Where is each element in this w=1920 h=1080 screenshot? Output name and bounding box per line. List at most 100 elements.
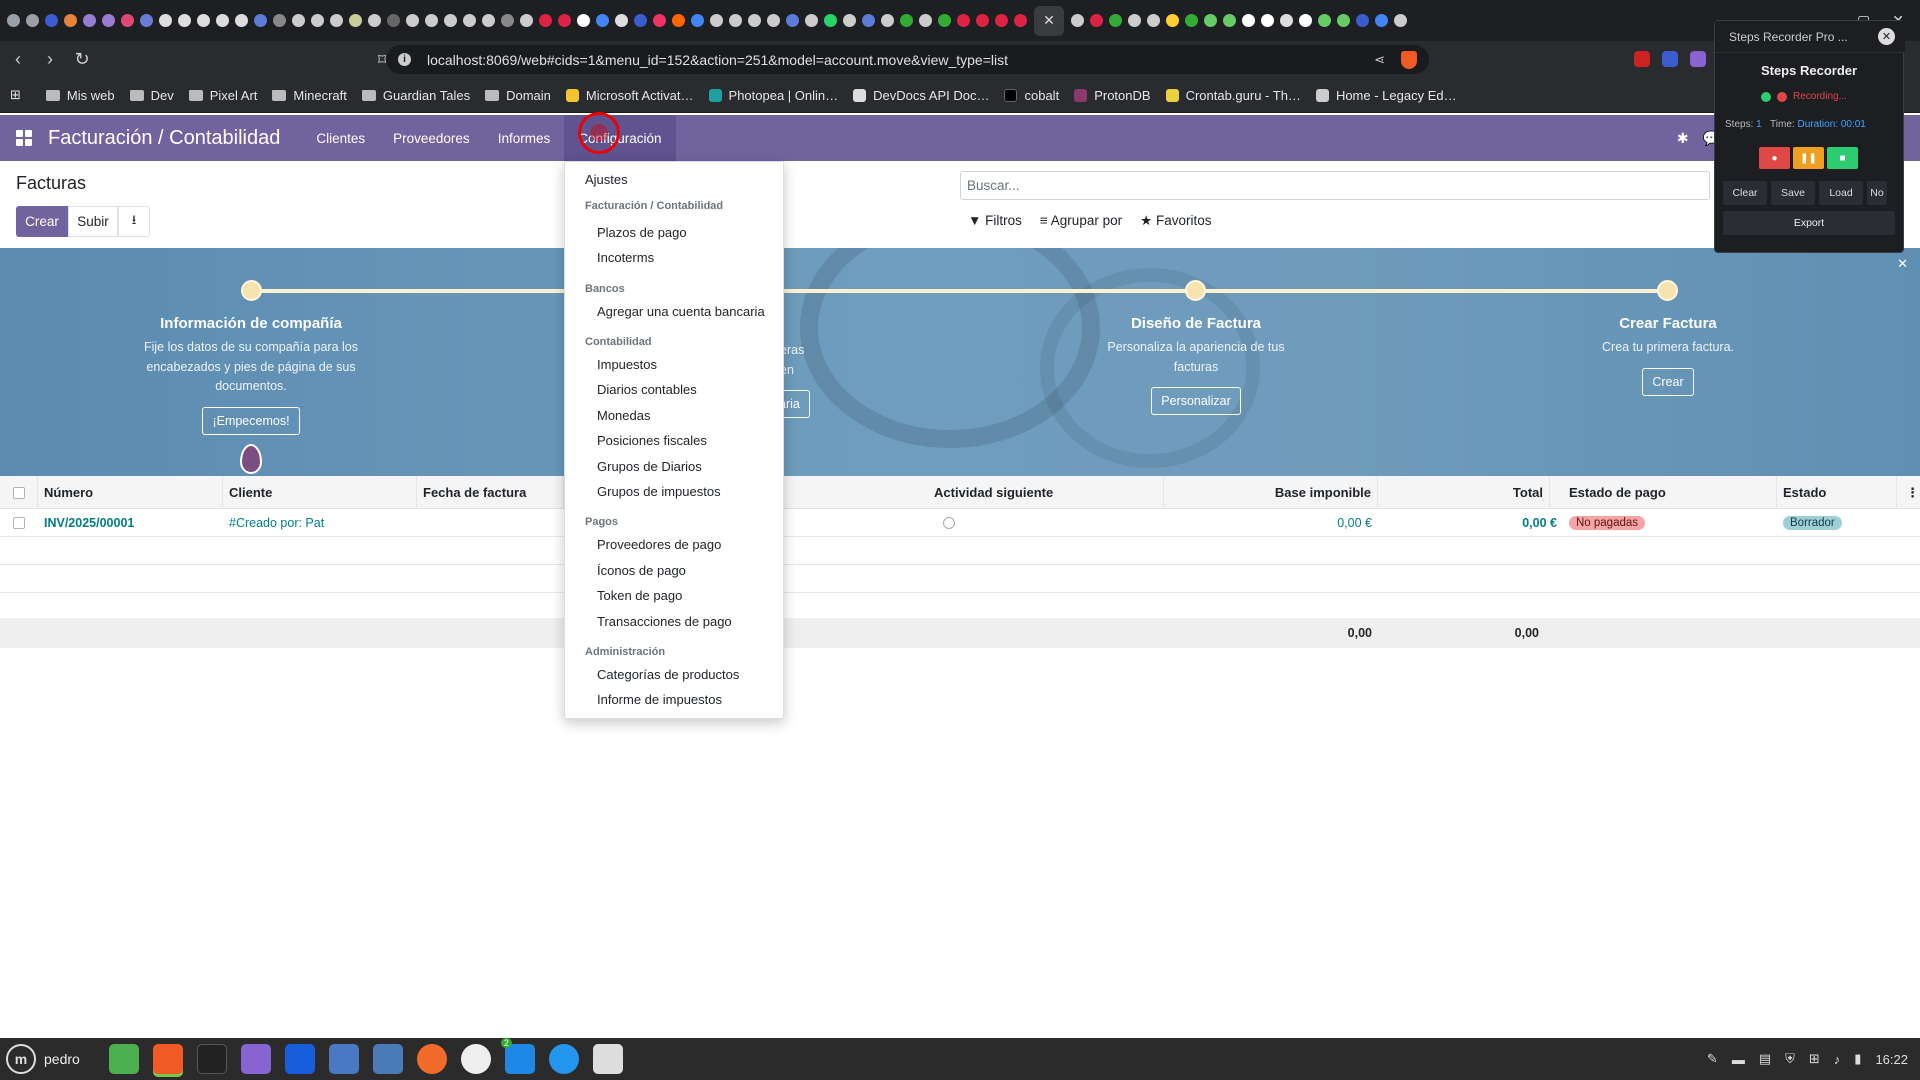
upload-button[interactable]: Subir	[68, 206, 118, 237]
bitwarden-extension-icon[interactable]	[1662, 51, 1678, 67]
tab-favicon[interactable]	[976, 14, 989, 27]
menu-item[interactable]: Proveedores de pago	[597, 537, 721, 552]
bookmark-folder[interactable]: Domain	[485, 88, 551, 103]
menu-item[interactable]: Informe de impuestos	[597, 692, 722, 707]
bookmark-folder[interactable]: Pixel Art	[188, 88, 257, 103]
stop-button[interactable]: ■	[1827, 147, 1858, 169]
tab-favicon[interactable]	[900, 14, 913, 27]
tab-favicon[interactable]	[1128, 14, 1141, 27]
mail-app-icon[interactable]	[328, 1044, 359, 1074]
download-icon[interactable]: ⭳	[118, 206, 150, 237]
tab-favicon[interactable]	[1109, 14, 1122, 27]
tab-favicon[interactable]	[1071, 14, 1084, 27]
tab-favicon[interactable]	[691, 14, 704, 27]
tab-favicon[interactable]	[1375, 14, 1388, 27]
tab-favicon[interactable]	[273, 14, 286, 27]
tab-favicon[interactable]	[406, 14, 419, 27]
tab-favicon[interactable]	[710, 14, 723, 27]
tab-favicon[interactable]	[121, 14, 134, 27]
volume-icon[interactable]: ♪	[1834, 1052, 1841, 1067]
tab-favicon[interactable]	[1242, 14, 1255, 27]
tab-favicon[interactable]	[102, 14, 115, 27]
bookmark-folder[interactable]: Minecraft	[272, 88, 347, 103]
search-input[interactable]: Buscar...	[960, 171, 1710, 200]
tab-favicon[interactable]	[1166, 14, 1179, 27]
menu-item[interactable]: Posiciones fiscales	[597, 433, 707, 448]
menu-item[interactable]: Categorías de productos	[597, 667, 739, 682]
menu-item[interactable]: Agregar una cuenta bancaria	[597, 304, 765, 319]
close-banner-icon[interactable]: ✕	[1897, 256, 1908, 272]
shield-tray-icon[interactable]: ⛨	[1785, 1051, 1795, 1067]
url-text[interactable]: localhost:8069/web#cids=1&menu_id=152&ac…	[427, 52, 1008, 68]
tab-favicon[interactable]	[26, 14, 39, 27]
extension-icon[interactable]	[1690, 51, 1706, 67]
tab-favicon[interactable]	[539, 14, 552, 27]
menu-item[interactable]: Transacciones de pago	[597, 614, 732, 629]
github-tab-icon[interactable]	[197, 14, 210, 27]
tab-favicon[interactable]	[1223, 14, 1236, 27]
tab-favicon[interactable]	[748, 14, 761, 27]
tab-favicon[interactable]	[995, 14, 1008, 27]
favorites-button[interactable]: ★ Favoritos	[1140, 213, 1211, 229]
tab-favicon[interactable]	[558, 14, 571, 27]
tab-favicon[interactable]	[1204, 14, 1217, 27]
menu-item-settings[interactable]: Ajustes	[585, 172, 628, 187]
tab-favicon[interactable]	[805, 14, 818, 27]
group-by-button[interactable]: ≡ Agrupar por	[1040, 213, 1122, 229]
menu-item[interactable]: Grupos de impuestos	[597, 484, 721, 499]
activity-clock-icon[interactable]	[937, 509, 967, 537]
create-invoice-button[interactable]: Crear	[1642, 367, 1694, 396]
tab-favicon[interactable]	[729, 14, 742, 27]
tab-favicon[interactable]	[824, 14, 837, 27]
column-header[interactable]: Estado	[1777, 476, 1897, 509]
tab-favicon[interactable]	[1318, 14, 1331, 27]
tab-favicon[interactable]	[843, 14, 856, 27]
tab-favicon[interactable]	[1090, 14, 1103, 27]
appimage-app-icon[interactable]	[460, 1044, 491, 1074]
site-info-icon[interactable]: i	[398, 53, 411, 66]
tab-favicon[interactable]	[1185, 14, 1198, 27]
tab-favicon[interactable]	[938, 14, 951, 27]
customize-button[interactable]: Personalizar	[1151, 387, 1241, 415]
tab-favicon[interactable]	[634, 14, 647, 27]
column-header[interactable]: Cliente	[223, 476, 417, 509]
tab-favicon[interactable]	[672, 14, 685, 27]
invoice-number[interactable]: INV/2025/00001	[38, 509, 223, 537]
tab-favicon[interactable]	[83, 14, 96, 27]
bookmark-folder[interactable]: Guardian Tales	[361, 88, 470, 103]
column-header[interactable]: Fecha de factura	[417, 476, 564, 509]
tab-favicon[interactable]	[1299, 14, 1312, 27]
bookmark-item[interactable]: DevDocs API Doc…	[853, 88, 989, 103]
back-icon[interactable]: ‹	[4, 46, 32, 74]
menu-item[interactable]: Grupos de Diarios	[597, 459, 702, 474]
row-checkbox[interactable]	[0, 509, 38, 537]
tab-favicon[interactable]	[653, 14, 666, 27]
bookmark-item[interactable]: cobalt	[1004, 88, 1059, 103]
terminal-app-icon[interactable]	[196, 1044, 227, 1074]
menu-item[interactable]: Diarios contables	[597, 382, 697, 397]
active-tab-close-icon[interactable]: ✕	[1034, 5, 1064, 36]
apps-grid-icon[interactable]: ⊞	[10, 87, 21, 103]
lets-start-button[interactable]: ¡Empecemos!	[202, 406, 300, 435]
tab-favicon[interactable]	[615, 14, 628, 27]
column-header[interactable]: Base imponible	[1164, 476, 1378, 509]
tab-favicon[interactable]	[520, 14, 533, 27]
clock-label[interactable]: 16:22	[1875, 1052, 1908, 1067]
drawing-app-icon[interactable]	[416, 1044, 447, 1074]
tab-favicon[interactable]	[1356, 14, 1369, 27]
mint-menu-icon[interactable]: m	[6, 1044, 36, 1074]
menu-item[interactable]: Monedas	[597, 408, 650, 423]
client-name[interactable]: #Creado por: Pat	[223, 509, 417, 537]
load-button[interactable]: Load	[1819, 181, 1863, 205]
files-app-icon[interactable]	[108, 1044, 139, 1074]
close-recorder-icon[interactable]: ✕	[1878, 28, 1895, 45]
tab-favicon[interactable]	[444, 14, 457, 27]
bookmark-item[interactable]: Photopea | Onlin…	[708, 88, 838, 103]
brave-shields-icon[interactable]	[1401, 50, 1417, 69]
menu-item[interactable]: Impuestos	[597, 357, 657, 372]
reload-icon[interactable]: ↻	[68, 46, 96, 74]
tab-favicon[interactable]	[7, 14, 20, 27]
column-header[interactable]: Actividad siguiente	[928, 476, 1164, 509]
pause-button[interactable]: ❚❚	[1793, 147, 1824, 169]
bug-icon[interactable]: ✱	[1677, 130, 1689, 147]
